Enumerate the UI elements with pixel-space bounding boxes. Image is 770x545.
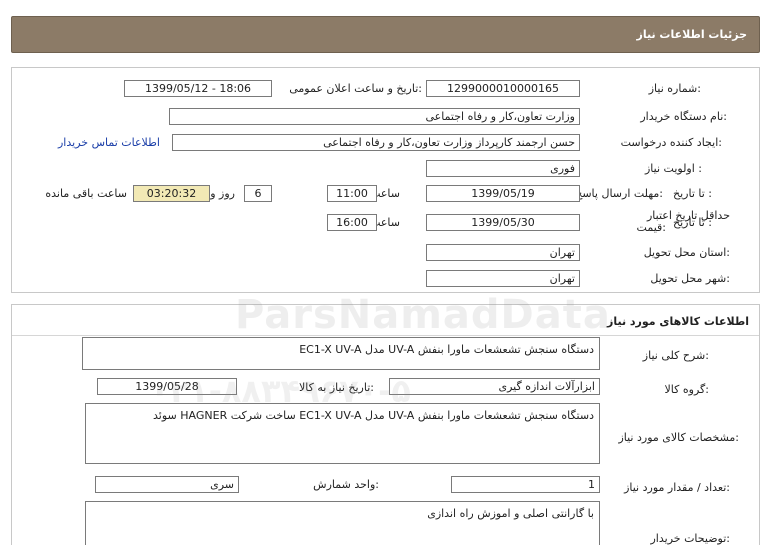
deadline-date-field[interactable]: 1399/05/19 [426, 185, 580, 202]
spec-label: مشخصات کالای مورد نیاز: [618, 431, 739, 444]
announce-field[interactable]: 1399/05/12 - 18:06 [124, 80, 272, 97]
need-number-label: شماره نیاز: [648, 82, 701, 95]
province-field[interactable]: تهران [426, 244, 580, 261]
buyer-contact-link[interactable]: اطلاعات تماس خریدار [58, 136, 160, 149]
goods-info-panel: اطلاعات کالاهای مورد نیاز شرح کلی نیاز: … [11, 304, 760, 545]
buyer-org-label: نام دستگاه خریدار: [640, 110, 727, 123]
quantity-label: تعداد / مقدار مورد نیاز: [624, 481, 730, 494]
unit-field[interactable]: سری [95, 476, 239, 493]
deadline-time-field[interactable]: 11:00 [327, 185, 377, 202]
days-label: روز و [210, 187, 235, 200]
goods-group-field[interactable]: ابزارآلات اندازه گیری [389, 378, 600, 395]
need-date-label: تاریخ نیاز به کالا: [299, 381, 374, 394]
announce-label: تاریخ و ساعت اعلان عمومی: [289, 82, 422, 95]
goods-group-label: گروه کالا: [664, 383, 709, 396]
section-divider [12, 335, 759, 336]
buyer-notes-label: توضیحات خریدار: [650, 532, 731, 545]
validity-date-field[interactable]: 1399/05/30 [426, 214, 580, 231]
requester-field[interactable]: حسن ارجمند کارپرداز وزارت تعاون،کار و رف… [172, 134, 580, 151]
spec-field[interactable]: دستگاه سنجش تشعشعات ماورا بنفش UV-A مدل … [85, 403, 600, 464]
deadline-to-date-label: تا تاریخ : [673, 187, 712, 200]
unit-label: واحد شمارش: [313, 478, 379, 491]
priority-label: اولویت نیاز : [644, 162, 702, 175]
validity-label-2: قیمت: [636, 221, 666, 234]
page-title: جزئیات اطلاعات نیاز [636, 28, 748, 41]
city-field[interactable]: تهران [426, 270, 580, 287]
buyer-notes-field[interactable]: با گارانتی اصلی و اموزش راه اندازی [85, 501, 600, 545]
summary-label: شرح کلی نیاز: [642, 349, 709, 362]
goods-section-title: اطلاعات کالاهای مورد نیاز [607, 315, 749, 328]
buyer-org-field[interactable]: وزارت تعاون،کار و رفاه اجتماعی [169, 108, 580, 125]
requester-label: ایجاد کننده درخواست: [620, 136, 722, 149]
days-remaining-field[interactable]: 6 [244, 185, 272, 202]
remaining-time-field[interactable]: 03:20:32 [133, 185, 210, 202]
validity-time-field[interactable]: 16:00 [327, 214, 377, 231]
summary-field[interactable]: دستگاه سنجش تشعشعات ماورا بنفش UV-A مدل … [82, 337, 600, 370]
need-info-panel: شماره نیاز: 1299000010000165 تاریخ و ساع… [11, 67, 760, 293]
need-date-field[interactable]: 1399/05/28 [97, 378, 237, 395]
quantity-field[interactable]: 1 [451, 476, 600, 493]
validity-to-date-label: تا تاریخ : [673, 216, 712, 229]
remaining-time-label: ساعت باقی مانده [45, 187, 127, 200]
province-label: استان محل تحویل: [643, 246, 730, 259]
deadline-label: مهلت ارسال پاسخ: [575, 187, 663, 200]
city-label: شهر محل تحویل: [650, 272, 730, 285]
need-number-field[interactable]: 1299000010000165 [426, 80, 580, 97]
priority-field[interactable]: فوری [426, 160, 580, 177]
page-header: جزئیات اطلاعات نیاز [11, 16, 760, 53]
